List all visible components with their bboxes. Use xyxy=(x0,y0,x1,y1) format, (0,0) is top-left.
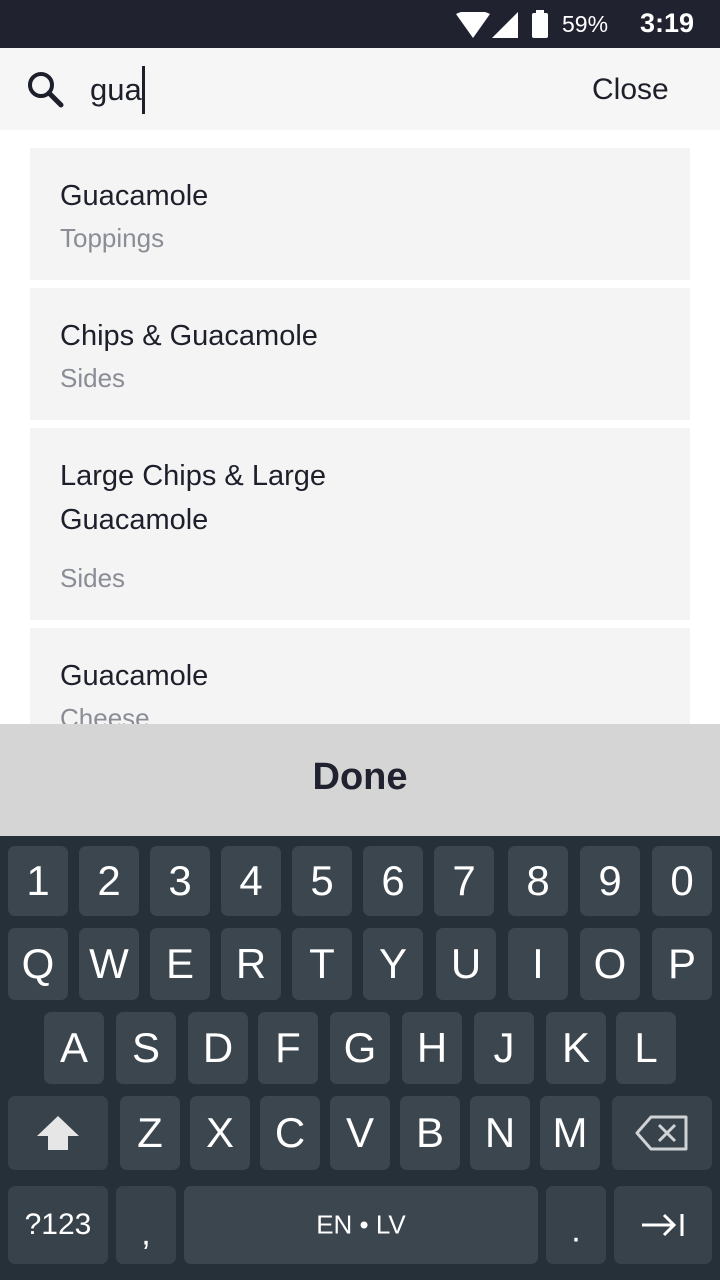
shift-icon xyxy=(8,1114,108,1152)
key-x[interactable]: X xyxy=(190,1096,250,1170)
comma-key[interactable]: , xyxy=(116,1186,176,1264)
next-key[interactable] xyxy=(614,1186,712,1264)
search-input[interactable]: gua xyxy=(90,68,142,112)
key-m[interactable]: M xyxy=(540,1096,600,1170)
key-z[interactable]: Z xyxy=(120,1096,180,1170)
key-n[interactable]: N xyxy=(470,1096,530,1170)
space-key[interactable]: EN • LV xyxy=(184,1186,538,1264)
key-e[interactable]: E xyxy=(150,928,210,1000)
key-p[interactable]: P xyxy=(652,928,712,1000)
key-6[interactable]: 6 xyxy=(363,846,423,916)
key-s[interactable]: S xyxy=(116,1012,176,1084)
result-title: Guacamole xyxy=(60,180,209,212)
key-j[interactable]: J xyxy=(474,1012,534,1084)
result-item[interactable]: Large Chips & Large Guacamole Sides xyxy=(30,428,690,620)
backspace-key[interactable] xyxy=(612,1096,712,1170)
shift-key[interactable] xyxy=(8,1096,108,1170)
text-cursor xyxy=(142,66,145,114)
next-field-icon xyxy=(614,1211,712,1239)
key-r[interactable]: R xyxy=(221,928,281,1000)
done-button[interactable]: Done xyxy=(0,724,720,836)
key-5[interactable]: 5 xyxy=(292,846,352,916)
result-item[interactable]: Guacamole Cheese xyxy=(30,628,690,724)
result-category: Sides xyxy=(60,363,126,393)
period-key[interactable]: . xyxy=(546,1186,606,1264)
result-title: Chips & Guacamole xyxy=(60,320,318,352)
key-4[interactable]: 4 xyxy=(221,846,281,916)
backspace-icon xyxy=(612,1115,712,1151)
result-title-line-1: Large Chips & Large xyxy=(60,460,326,492)
key-9[interactable]: 9 xyxy=(580,846,640,916)
key-g[interactable]: G xyxy=(330,1012,390,1084)
key-0[interactable]: 0 xyxy=(652,846,712,916)
key-u[interactable]: U xyxy=(436,928,496,1000)
battery-icon xyxy=(532,10,548,43)
status-bar: 59% 3:19 xyxy=(0,0,720,48)
key-3[interactable]: 3 xyxy=(150,846,210,916)
cell-signal-icon xyxy=(492,12,518,43)
search-header: gua Close xyxy=(0,48,720,130)
key-2[interactable]: 2 xyxy=(79,846,139,916)
key-y[interactable]: Y xyxy=(363,928,423,1000)
key-c[interactable]: C xyxy=(260,1096,320,1170)
key-k[interactable]: K xyxy=(546,1012,606,1084)
symbols-key[interactable]: ?123 xyxy=(8,1186,108,1264)
key-8[interactable]: 8 xyxy=(508,846,568,916)
key-t[interactable]: T xyxy=(292,928,352,1000)
key-l[interactable]: L xyxy=(616,1012,676,1084)
key-h[interactable]: H xyxy=(402,1012,462,1084)
clock: 3:19 xyxy=(640,8,695,38)
result-title: Guacamole xyxy=(60,660,209,692)
key-q[interactable]: Q xyxy=(8,928,68,1000)
result-title-line-2: Guacamole xyxy=(60,504,209,536)
search-icon xyxy=(26,70,64,113)
battery-percentage: 59% xyxy=(562,11,609,37)
done-label: Done xyxy=(312,756,408,798)
soft-keyboard: 1 2 3 4 5 6 7 8 9 0 Q W E R T Y U I O P … xyxy=(0,836,720,1280)
key-7[interactable]: 7 xyxy=(434,846,494,916)
key-1[interactable]: 1 xyxy=(8,846,68,916)
key-a[interactable]: A xyxy=(44,1012,104,1084)
key-d[interactable]: D xyxy=(188,1012,248,1084)
result-category: Cheese xyxy=(60,703,150,724)
result-category: Toppings xyxy=(60,223,165,253)
close-button[interactable]: Close xyxy=(592,68,669,112)
result-item[interactable]: Chips & Guacamole Sides xyxy=(30,288,690,420)
key-b[interactable]: B xyxy=(400,1096,460,1170)
result-category: Sides xyxy=(60,563,126,593)
key-i[interactable]: I xyxy=(508,928,568,1000)
key-w[interactable]: W xyxy=(79,928,139,1000)
wifi-icon xyxy=(456,10,490,43)
key-v[interactable]: V xyxy=(330,1096,390,1170)
key-o[interactable]: O xyxy=(580,928,640,1000)
search-results-list: Guacamole Toppings Chips & Guacamole Sid… xyxy=(0,130,720,724)
result-item[interactable]: Guacamole Toppings xyxy=(30,148,690,280)
key-f[interactable]: F xyxy=(258,1012,318,1084)
